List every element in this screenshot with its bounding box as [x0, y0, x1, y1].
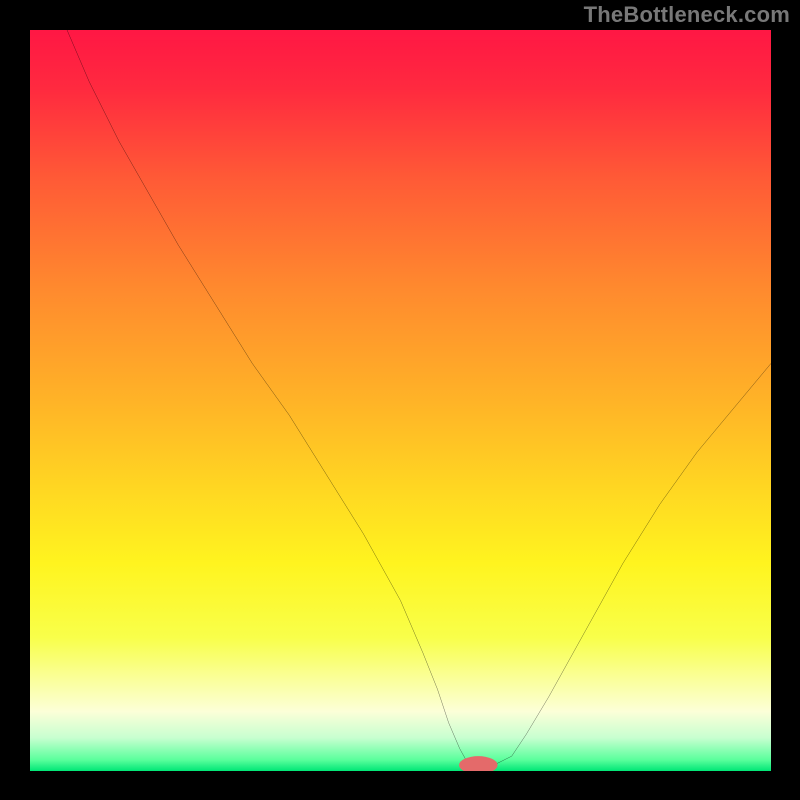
watermark-text: TheBottleneck.com [584, 2, 790, 28]
bottleneck-plot [30, 30, 771, 771]
plot-background [30, 30, 771, 771]
chart-frame: TheBottleneck.com [0, 0, 800, 800]
